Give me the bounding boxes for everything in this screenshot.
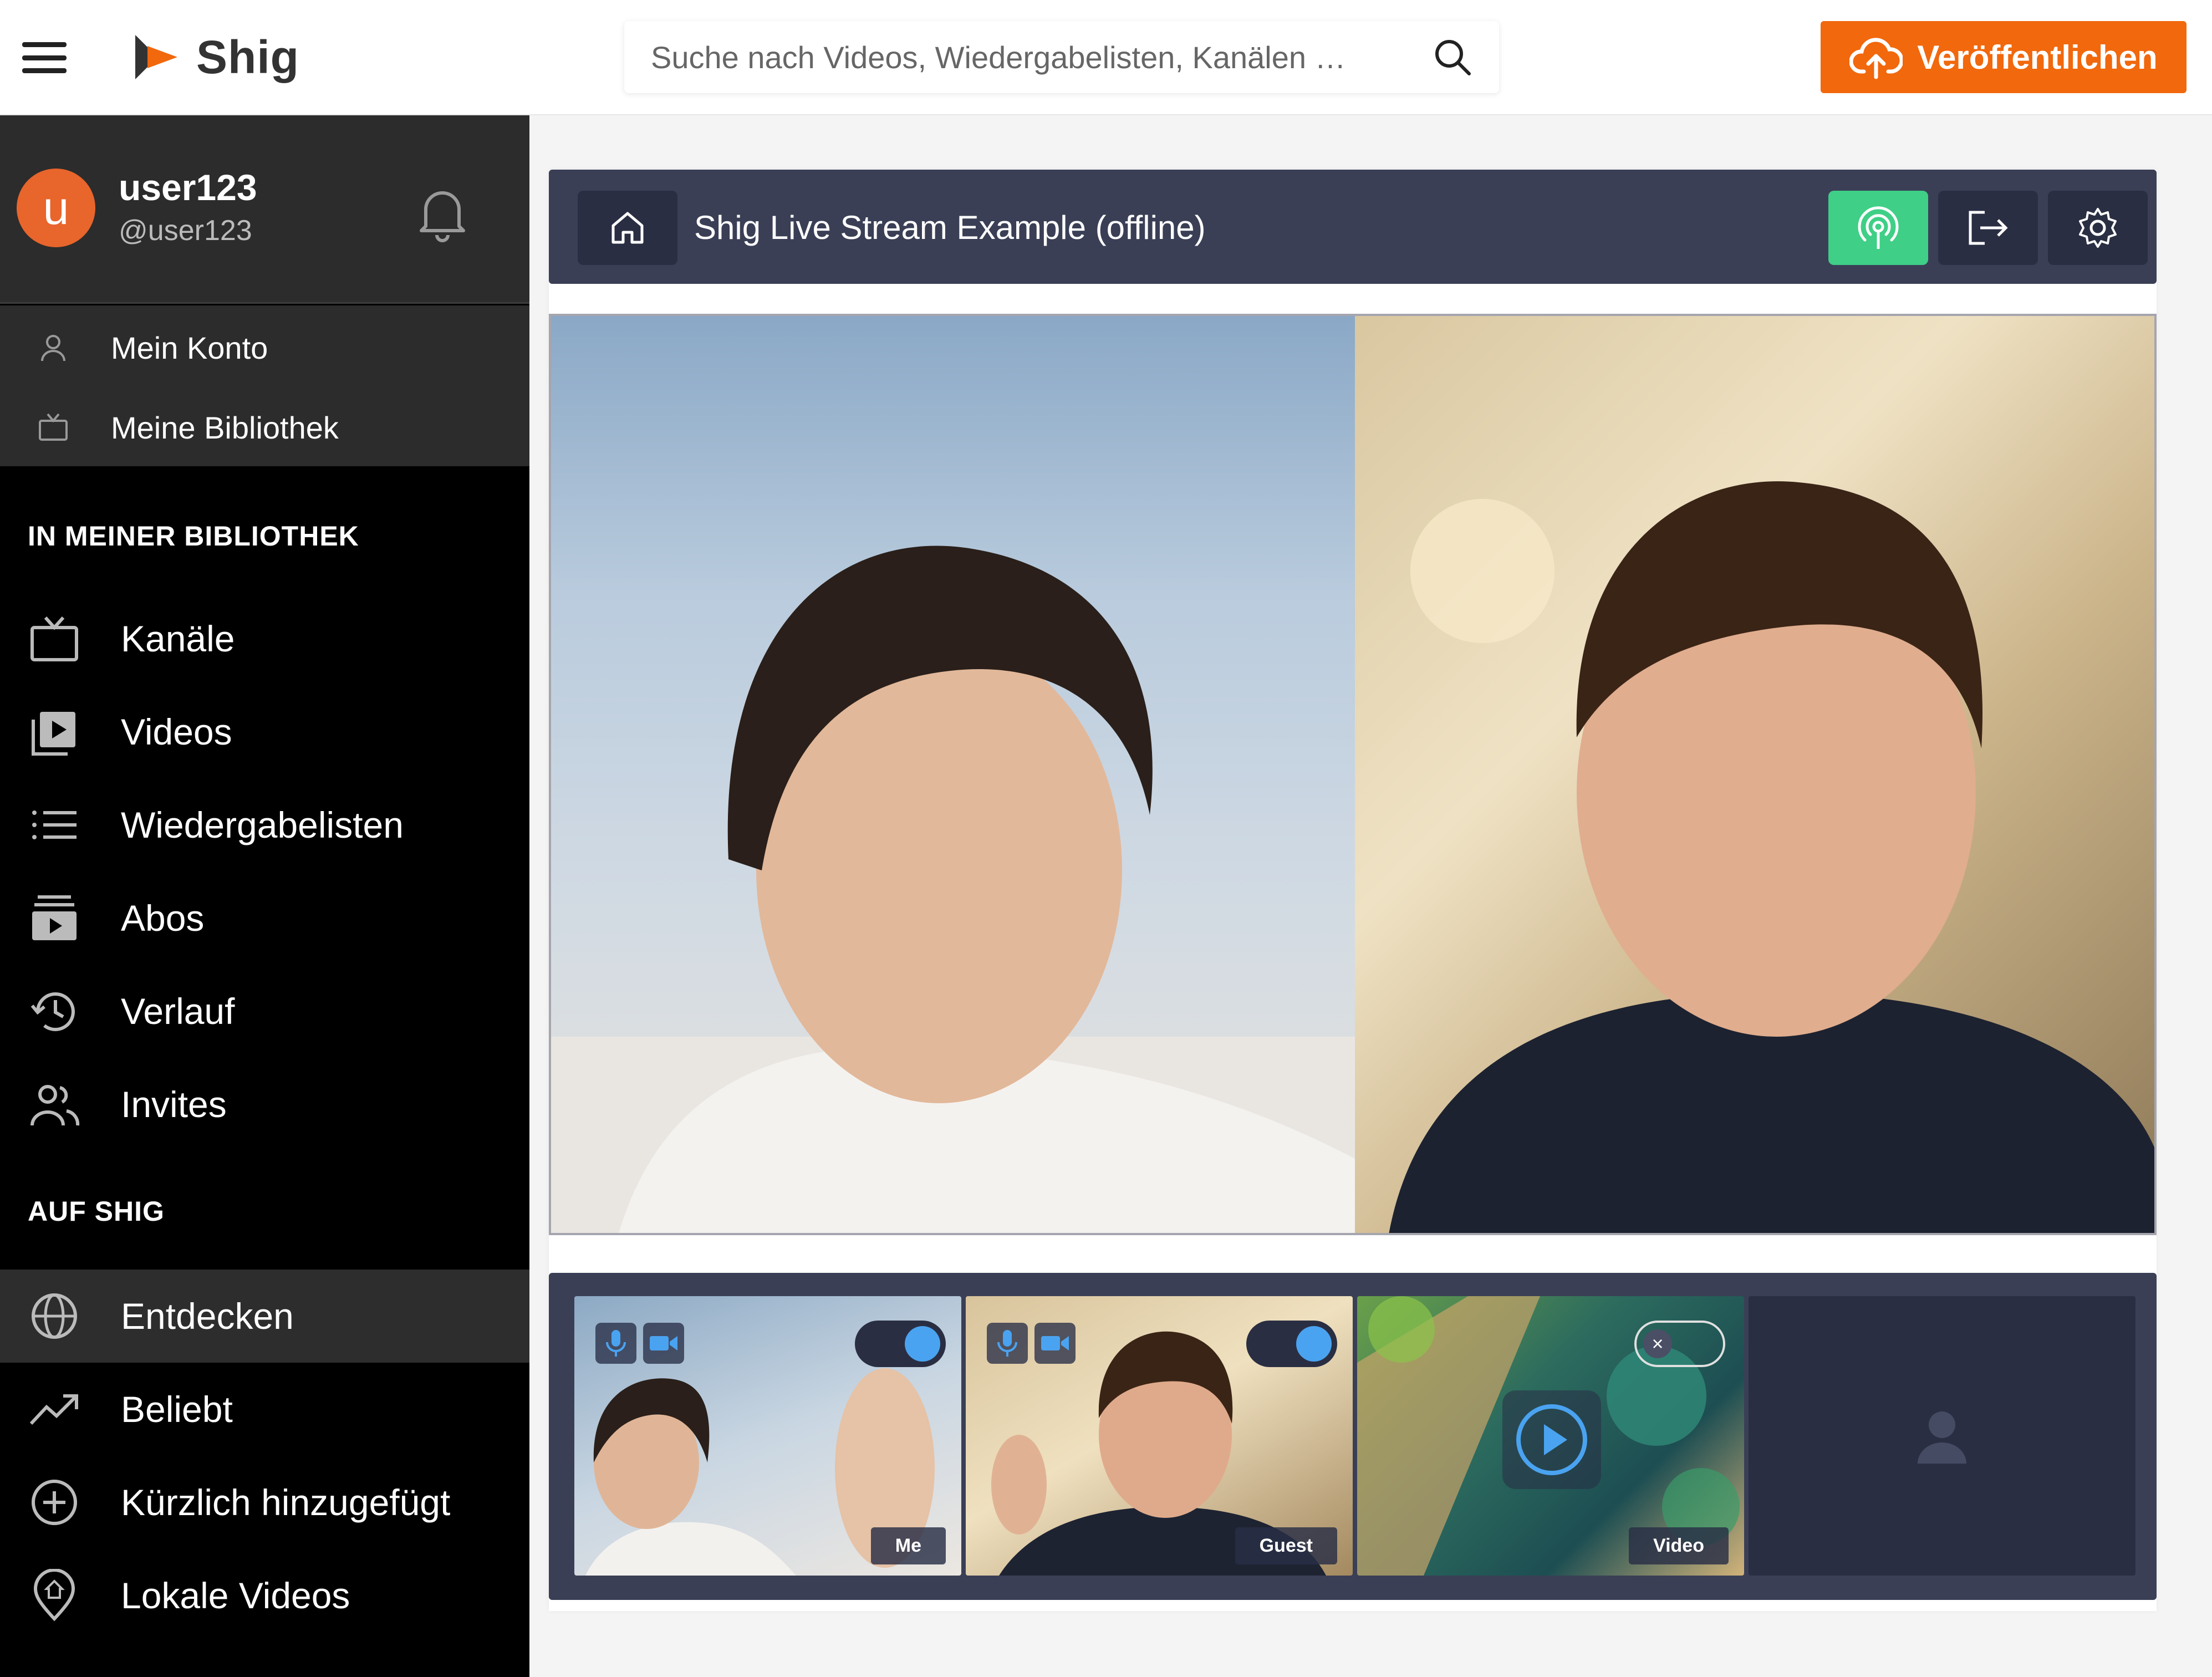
video-feed-me [551, 316, 1355, 1233]
globe-icon [32, 1293, 77, 1339]
sidebar: u user123 @user123 Mein Konto Meine Bibl… [0, 115, 529, 1677]
menu-icon[interactable] [22, 42, 67, 73]
participant-man-image [1389, 481, 2154, 1233]
sidebar-item-meine-bibliothek[interactable]: Meine Bibliothek [0, 389, 529, 466]
tile-label: Me [870, 1527, 946, 1564]
sidebar-item-mein-konto[interactable]: Mein Konto [0, 309, 529, 386]
sidebar-item-verlauf[interactable]: Verlauf [0, 965, 529, 1058]
logout-icon [1969, 211, 2008, 245]
sidebar-item-abos[interactable]: Abos [0, 871, 529, 965]
video-feed-guest [1355, 316, 2154, 1233]
toggle-knob [905, 1326, 940, 1362]
account-menu: Mein Konto Meine Bibliothek [0, 305, 529, 466]
history-icon [30, 992, 75, 1031]
video-stage [549, 314, 2157, 1235]
subscriptions-icon [32, 895, 77, 940]
go-live-button[interactable] [1828, 191, 1928, 265]
search-input[interactable] [651, 39, 1433, 75]
stream-title: Shig Live Stream Example (offline) [694, 209, 1206, 246]
participant-tile-video[interactable]: × Video [1357, 1296, 1744, 1576]
sidebar-item-entdecken[interactable]: Entdecken [0, 1270, 529, 1363]
tv-icon [30, 616, 78, 661]
sidebar-item-lokale-videos[interactable]: Lokale Videos [0, 1549, 529, 1642]
sidebar-item-videos[interactable]: Videos [0, 685, 529, 778]
sidebar-item-label: Beliebt [121, 1389, 233, 1430]
sidebar-item-label: Videos [121, 711, 232, 752]
tile-label: Video [1629, 1527, 1729, 1564]
sidebar-item-kanaele[interactable]: Kanäle [0, 592, 529, 685]
sidebar-item-label: Abos [121, 898, 205, 939]
user-icon [41, 335, 65, 361]
empty-user-icon [1918, 1411, 1966, 1464]
sidebar-item-label: Lokale Videos [121, 1575, 350, 1616]
microphone-icon[interactable] [595, 1323, 636, 1364]
participant-woman-image [551, 546, 1355, 1233]
sidebar-item-label: Wiedergabelisten [121, 804, 404, 845]
sidebar-item-label: Mein Konto [111, 330, 268, 365]
gear-icon [2079, 208, 2117, 248]
visibility-toggle[interactable] [1246, 1321, 1337, 1367]
sidebar-item-label: Invites [121, 1084, 227, 1125]
participant-tile-guest[interactable]: Guest [966, 1296, 1353, 1576]
home-button[interactable] [578, 191, 677, 265]
sidebar-item-wiedergabelisten[interactable]: Wiedergabelisten [0, 778, 529, 871]
list-icon [32, 811, 77, 839]
camera-icon[interactable] [643, 1323, 684, 1364]
remove-video-toggle[interactable]: × [1634, 1321, 1725, 1367]
microphone-icon[interactable] [987, 1323, 1028, 1364]
sidebar-item-kuerzlich-hinzugefuegt[interactable]: Kürzlich hinzugefügt [0, 1456, 529, 1549]
location-icon [33, 1569, 75, 1622]
sidebar-item-label: Kürzlich hinzugefügt [121, 1482, 451, 1523]
search-box [624, 21, 1499, 93]
bell-icon[interactable] [415, 182, 470, 243]
video-library-icon [32, 712, 75, 756]
search-icon[interactable] [1433, 37, 1472, 77]
participant-tile-empty[interactable] [1749, 1296, 2135, 1576]
participant-tile-me[interactable]: Me [574, 1296, 961, 1576]
trending-icon [29, 1394, 78, 1425]
plus-circle-icon [32, 1480, 77, 1525]
sidebar-item-label: Kanäle [121, 618, 235, 659]
user-panel: u user123 @user123 [0, 115, 529, 304]
brand-logo[interactable]: Shig [131, 27, 299, 88]
shig-logo-icon [135, 35, 177, 79]
close-icon: × [1643, 1329, 1672, 1358]
tv-icon [39, 413, 68, 441]
sidebar-item-beliebt[interactable]: Beliebt [0, 1363, 529, 1456]
section-title-library: IN MEINER BIBLIOTHEK [28, 521, 359, 552]
user-handle: @user123 [119, 215, 252, 247]
sidebar-item-label: Entdecken [121, 1296, 294, 1337]
avatar[interactable]: u [17, 169, 95, 247]
camera-icon[interactable] [1034, 1323, 1076, 1364]
settings-button[interactable] [2048, 191, 2148, 265]
sidebar-item-invites[interactable]: Invites [0, 1058, 529, 1151]
participant-strip: Me Guest × Video [549, 1273, 2157, 1600]
sidebar-item-label: Verlauf [121, 991, 235, 1032]
upload-cloud-icon [1849, 38, 1903, 79]
play-button[interactable] [1502, 1390, 1601, 1489]
toggle-knob [1296, 1326, 1332, 1362]
stream-header: Shig Live Stream Example (offline) [549, 170, 2157, 284]
home-icon [611, 212, 644, 244]
sidebar-item-label: Meine Bibliothek [111, 410, 339, 445]
broadcast-icon [1858, 206, 1899, 249]
users-icon [30, 1085, 80, 1126]
publish-button[interactable]: Veröffentlichen [1821, 21, 2186, 93]
visibility-toggle[interactable] [855, 1321, 946, 1367]
tile-label: Guest [1235, 1527, 1337, 1564]
publish-label: Veröffentlichen [1917, 38, 2158, 76]
brand-name: Shig [196, 30, 299, 83]
username: user123 [119, 167, 257, 208]
top-bar: Shig Veröffentlichen [0, 0, 2212, 115]
section-title-shig: AUF SHIG [28, 1196, 165, 1227]
leave-button[interactable] [1938, 191, 2038, 265]
play-icon [1516, 1404, 1587, 1475]
